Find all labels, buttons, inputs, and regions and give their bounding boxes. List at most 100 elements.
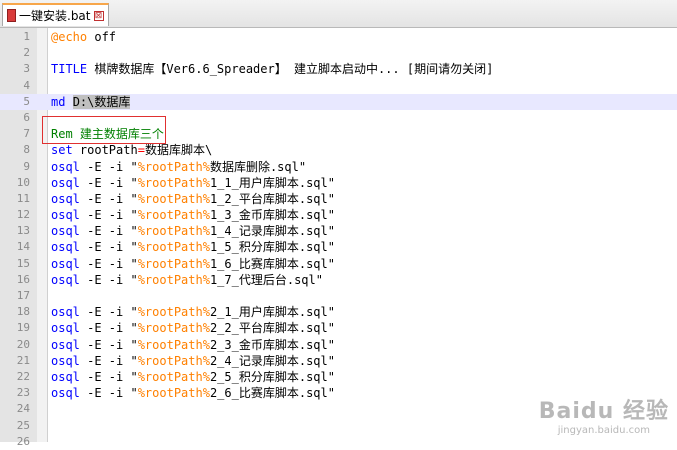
code-token: %rootPath%: [137, 224, 210, 239]
close-tab-button[interactable]: ⊠: [93, 10, 104, 21]
code-line[interactable]: 14 osql -E -i "%rootPath%1_5_积分库脚本.sql": [0, 239, 677, 255]
code-token: osql: [51, 208, 80, 223]
code-token: -E -i ": [79, 353, 138, 368]
code-token: osql: [51, 305, 80, 320]
code-token: -E -i ": [79, 337, 138, 352]
code-token: rootPath: [72, 143, 138, 158]
code-token: osql: [51, 386, 80, 401]
selected-text: D:\数据库: [72, 94, 131, 109]
code-line[interactable]: 17: [0, 288, 677, 304]
code-token: %rootPath%: [137, 337, 210, 352]
code-token: 数据库删除.sql": [209, 159, 307, 174]
code-text: set rootPath=数据库脚本\: [51, 142, 212, 158]
code-token: osql: [51, 369, 80, 384]
code-token: osql: [51, 337, 80, 352]
code-token: -E -i ": [79, 369, 138, 384]
code-token: -E -i ": [79, 321, 138, 336]
code-token: 1_3_金币库脚本.sql": [209, 208, 335, 223]
code-token: -E -i ": [79, 272, 138, 287]
code-line[interactable]: 16 osql -E -i "%rootPath%1_7_代理后台.sql": [0, 272, 677, 288]
code-line[interactable]: 8 set rootPath=数据库脚本\: [0, 142, 677, 158]
code-token: 2_6_比赛库脚本.sql": [209, 386, 335, 401]
highlight-box: [42, 116, 166, 144]
code-token: -E -i ": [79, 386, 138, 401]
code-token: %rootPath%: [137, 191, 210, 206]
line-number: 21: [16, 353, 30, 367]
code-line[interactable]: 19 osql -E -i "%rootPath%2_2_平台库脚本.sql": [0, 320, 677, 336]
line-number: 22: [16, 369, 30, 383]
code-line[interactable]: 11 osql -E -i "%rootPath%1_2_平台库脚本.sql": [0, 191, 677, 207]
watermark-url: jingyan.baidu.com: [557, 425, 651, 436]
code-token: %rootPath%: [137, 386, 210, 401]
code-token: 期间请勿关闭: [414, 62, 487, 77]
code-line[interactable]: 12 osql -E -i "%rootPath%1_3_金币库脚本.sql": [0, 207, 677, 223]
code-line[interactable]: 20 osql -E -i "%rootPath%2_3_金币库脚本.sql": [0, 337, 677, 353]
line-number: 13: [16, 224, 30, 238]
watermark: Baidu 经验 jingyan.baidu.com: [539, 393, 669, 436]
code-token: osql: [51, 353, 80, 368]
line-number: 7: [23, 127, 30, 141]
code-token: 1_7_代理后台.sql": [209, 272, 323, 287]
code-token: 1_2_平台库脚本.sql": [209, 191, 335, 206]
code-token: set: [51, 143, 73, 158]
code-lines: 1 @echo off 2 3 TITLE 棋牌数据库【Ver6.6_Spreader】…: [0, 29, 677, 450]
code-text: osql -E -i "%rootPath%1_3_金币库脚本.sql": [51, 207, 335, 223]
file-tab-title: 一键安装.bat: [19, 9, 91, 23]
code-token: -E -i ": [79, 305, 138, 320]
code-token: %rootPath%: [137, 208, 210, 223]
code-text: md D:\数据库: [51, 94, 131, 110]
line-number: 9: [23, 159, 30, 173]
code-token: -E -i ": [79, 240, 138, 255]
code-text: osql -E -i "%rootPath%数据库删除.sql": [51, 159, 306, 175]
code-line[interactable]: 9 osql -E -i "%rootPath%数据库删除.sql": [0, 159, 677, 175]
code-token: %rootPath%: [137, 240, 210, 255]
code-line[interactable]: 1 @echo off: [0, 29, 677, 45]
code-text: TITLE 棋牌数据库【Ver6.6_Spreader】 建立脚本启动中... …: [51, 61, 493, 77]
line-number: 15: [16, 256, 30, 270]
code-line[interactable]: 21 osql -E -i "%rootPath%2_4_记录库脚本.sql": [0, 353, 677, 369]
code-token: -E -i ": [79, 256, 138, 271]
code-token: %rootPath%: [137, 305, 210, 320]
code-line[interactable]: 22 osql -E -i "%rootPath%2_5_积分库脚本.sql": [0, 369, 677, 385]
code-token: 1_5_积分库脚本.sql": [209, 240, 335, 255]
code-text: osql -E -i "%rootPath%1_4_记录库脚本.sql": [51, 223, 335, 239]
code-token: -E -i ": [79, 224, 138, 239]
code-token: osql: [51, 256, 80, 271]
code-token: TITLE: [51, 62, 88, 77]
tab-bar: 一键安装.bat ⊠: [0, 0, 677, 28]
code-line[interactable]: 15 osql -E -i "%rootPath%1_6_比赛库脚本.sql": [0, 256, 677, 272]
line-number: 19: [16, 321, 30, 335]
code-token: %rootPath%: [137, 175, 210, 190]
line-number: 3: [23, 62, 30, 76]
code-line[interactable]: 5 md D:\数据库: [0, 93, 677, 110]
code-line[interactable]: 4: [0, 78, 677, 94]
code-line[interactable]: 2: [0, 45, 677, 61]
line-number: 5: [23, 94, 30, 108]
code-line[interactable]: 10 osql -E -i "%rootPath%1_1_用户库脚本.sql": [0, 175, 677, 191]
code-editor[interactable]: 1 @echo off 2 3 TITLE 棋牌数据库【Ver6.6_Spreader】…: [0, 28, 677, 448]
code-token: 2_5_积分库脚本.sql": [209, 369, 335, 384]
code-token: 1_4_记录库脚本.sql": [209, 224, 335, 239]
code-token: %rootPath%: [137, 272, 210, 287]
code-token: 2_3_金币库脚本.sql": [209, 337, 335, 352]
code-text: osql -E -i "%rootPath%1_2_平台库脚本.sql": [51, 191, 335, 207]
code-text: osql -E -i "%rootPath%1_1_用户库脚本.sql": [51, 175, 335, 191]
code-token: 数据库脚本\: [144, 143, 213, 158]
line-number: 14: [16, 240, 30, 254]
code-token: -E -i ": [79, 159, 138, 174]
code-token: 2_4_记录库脚本.sql": [209, 353, 335, 368]
code-line[interactable]: 3 TITLE 棋牌数据库【Ver6.6_Spreader】 建立脚本启动中...…: [0, 61, 677, 77]
code-token: md: [51, 94, 66, 109]
code-line[interactable]: 13 osql -E -i "%rootPath%1_4_记录库脚本.sql": [0, 223, 677, 239]
file-tab[interactable]: 一键安装.bat ⊠: [2, 3, 109, 26]
code-token: 棋牌数据库【Ver6.6_Spreader】 建立脚本启动中...: [87, 62, 407, 77]
code-token: %rootPath%: [137, 353, 210, 368]
code-text: osql -E -i "%rootPath%1_7_代理后台.sql": [51, 272, 323, 288]
line-number: 16: [16, 272, 30, 286]
line-number: 10: [16, 175, 30, 189]
code-token: =: [137, 143, 145, 158]
code-token: %rootPath%: [137, 256, 210, 271]
code-line[interactable]: 18 osql -E -i "%rootPath%2_1_用户库脚本.sql": [0, 304, 677, 320]
line-number: 6: [23, 110, 30, 124]
